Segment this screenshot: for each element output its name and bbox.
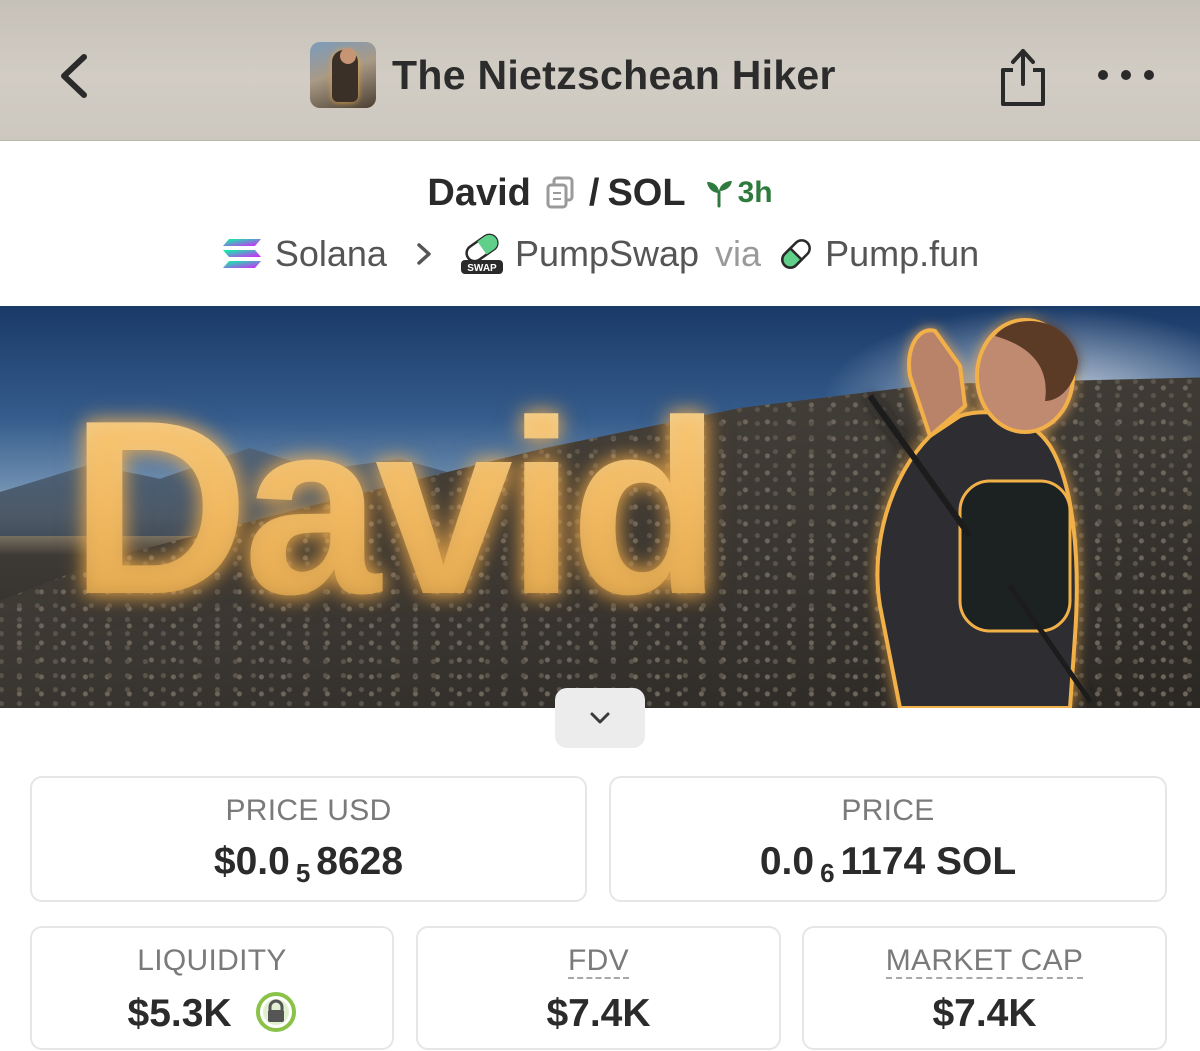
price-native-card: PRICE 0.0 6 1174 SOL xyxy=(609,776,1167,902)
pair-age-badge: 3h xyxy=(704,176,773,210)
more-options-button[interactable] xyxy=(1098,60,1154,90)
hiker-figure xyxy=(867,318,1093,708)
chevron-right-icon xyxy=(417,243,431,265)
dex-link[interactable]: SWAP PumpSwap xyxy=(459,232,699,276)
expand-button[interactable] xyxy=(555,688,645,748)
lock-icon[interactable] xyxy=(256,992,297,1032)
pair-separator: / xyxy=(588,171,600,214)
quote-token-symbol: SOL xyxy=(607,171,686,214)
liquidity-label: LIQUIDITY xyxy=(137,944,287,977)
chain-breadcrumb: Solana SWAP PumpSwap via Pump.fun xyxy=(0,230,1200,278)
base-token-symbol: David xyxy=(427,171,531,214)
top-bar: The Nietzschean Hiker xyxy=(0,0,1200,141)
fdv-card: FDV $7.4K xyxy=(416,926,781,1050)
market-cap-card: MARKET CAP $7.4K xyxy=(802,926,1167,1050)
copy-icon[interactable] xyxy=(545,176,575,210)
liquidity-value: $5.3K xyxy=(127,992,232,1035)
token-banner-image: David xyxy=(0,306,1200,708)
launchpad-link[interactable]: Pump.fun xyxy=(777,233,979,275)
dex-name: PumpSwap xyxy=(514,233,700,274)
sprout-icon xyxy=(706,181,732,208)
chevron-left-icon xyxy=(61,54,87,98)
banner-word: David xyxy=(70,364,721,650)
liquidity-value-row: $5.3K xyxy=(32,992,392,1036)
market-cap-value: $7.4K xyxy=(932,992,1037,1035)
more-horizontal-icon xyxy=(1098,70,1108,80)
back-button[interactable] xyxy=(44,46,104,106)
svg-text:SWAP: SWAP xyxy=(467,263,497,274)
price-usd-card: PRICE USD $0.0 5 8628 xyxy=(30,776,587,902)
share-icon xyxy=(1001,49,1045,106)
price-usd-value: $0.0 5 8628 xyxy=(213,840,404,888)
price-native-label: PRICE xyxy=(841,794,935,827)
pumpswap-icon: SWAP xyxy=(460,233,503,274)
fdv-label[interactable]: FDV xyxy=(568,944,629,979)
pair-age: 3h xyxy=(737,176,773,209)
liquidity-card: LIQUIDITY $5.3K xyxy=(30,926,394,1050)
pair-header: David / SOL 3h xyxy=(0,168,1200,218)
page-title: The Nietzschean Hiker xyxy=(392,51,836,98)
via-label: via xyxy=(715,233,762,274)
token-avatar xyxy=(310,42,376,108)
solana-icon xyxy=(222,239,261,268)
price-native-value: 0.0 6 1174 SOL xyxy=(759,840,1017,888)
chevron-down-icon xyxy=(590,712,610,724)
share-button[interactable] xyxy=(996,46,1050,108)
fdv-value: $7.4K xyxy=(546,992,651,1035)
launchpad-name: Pump.fun xyxy=(825,233,980,274)
page-title-group: The Nietzschean Hiker xyxy=(310,42,836,108)
chain-name: Solana xyxy=(274,233,387,274)
chain-link[interactable]: Solana xyxy=(221,233,387,275)
pill-icon xyxy=(781,239,811,269)
price-usd-label: PRICE USD xyxy=(225,794,392,827)
market-cap-label[interactable]: MARKET CAP xyxy=(885,944,1084,979)
